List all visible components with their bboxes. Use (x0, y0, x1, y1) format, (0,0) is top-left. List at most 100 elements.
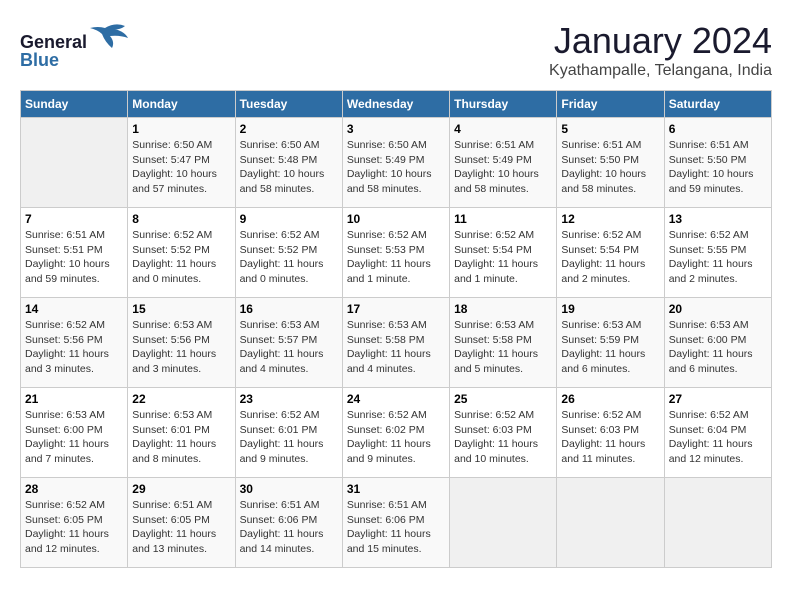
calendar-cell: 11 Sunrise: 6:52 AM Sunset: 5:54 PM Dayli… (450, 208, 557, 298)
day-info: Sunrise: 6:52 AM Sunset: 5:52 PM Dayligh… (240, 228, 338, 287)
calendar-cell: 1 Sunrise: 6:50 AM Sunset: 5:47 PM Daylig… (128, 118, 235, 208)
calendar-week-1: 1 Sunrise: 6:50 AM Sunset: 5:47 PM Daylig… (21, 118, 772, 208)
calendar-cell: 7Sunrise: 6:51 AM Sunset: 5:51 PM Daylig… (21, 208, 128, 298)
day-info: Sunrise: 6:53 AM Sunset: 6:00 PM Dayligh… (25, 408, 123, 467)
day-number: 29 (132, 482, 230, 496)
day-info: Sunrise: 6:52 AM Sunset: 5:55 PM Dayligh… (669, 228, 767, 287)
day-info: Sunrise: 6:52 AM Sunset: 5:56 PM Dayligh… (25, 318, 123, 377)
day-number: 28 (25, 482, 123, 496)
calendar-week-4: 21Sunrise: 6:53 AM Sunset: 6:00 PM Dayli… (21, 388, 772, 478)
calendar-cell: 26 Sunrise: 6:52 AM Sunset: 6:03 PM Dayli… (557, 388, 664, 478)
calendar-cell: 12 Sunrise: 6:52 AM Sunset: 5:54 PM Dayli… (557, 208, 664, 298)
day-number: 3 (347, 122, 445, 136)
day-info: Sunrise: 6:52 AM Sunset: 6:02 PM Dayligh… (347, 408, 445, 467)
day-info: Sunrise: 6:51 AM Sunset: 5:50 PM Dayligh… (669, 138, 767, 197)
calendar-cell (21, 118, 128, 208)
day-info: Sunrise: 6:53 AM Sunset: 5:58 PM Dayligh… (454, 318, 552, 377)
calendar-cell (450, 478, 557, 568)
calendar-cell: 3 Sunrise: 6:50 AM Sunset: 5:49 PM Daylig… (342, 118, 449, 208)
day-number: 16 (240, 302, 338, 316)
logo: General Blue (20, 20, 130, 70)
day-number: 10 (347, 212, 445, 226)
day-number: 30 (240, 482, 338, 496)
calendar-cell: 18 Sunrise: 6:53 AM Sunset: 5:58 PM Dayli… (450, 298, 557, 388)
day-info: Sunrise: 6:53 AM Sunset: 6:01 PM Dayligh… (132, 408, 230, 467)
day-info: Sunrise: 6:53 AM Sunset: 5:59 PM Dayligh… (561, 318, 659, 377)
weekday-header-friday: Friday (557, 91, 664, 118)
day-info: Sunrise: 6:52 AM Sunset: 5:52 PM Dayligh… (132, 228, 230, 287)
calendar-cell: 29 Sunrise: 6:51 AM Sunset: 6:05 PM Dayli… (128, 478, 235, 568)
day-info: Sunrise: 6:53 AM Sunset: 5:57 PM Dayligh… (240, 318, 338, 377)
calendar-cell: 17 Sunrise: 6:53 AM Sunset: 5:58 PM Dayli… (342, 298, 449, 388)
calendar-cell: 6 Sunrise: 6:51 AM Sunset: 5:50 PM Daylig… (664, 118, 771, 208)
day-info: Sunrise: 6:51 AM Sunset: 6:05 PM Dayligh… (132, 498, 230, 557)
day-info: Sunrise: 6:52 AM Sunset: 6:05 PM Dayligh… (25, 498, 123, 557)
calendar-cell: 9 Sunrise: 6:52 AM Sunset: 5:52 PM Daylig… (235, 208, 342, 298)
day-info: Sunrise: 6:50 AM Sunset: 5:48 PM Dayligh… (240, 138, 338, 197)
day-info: Sunrise: 6:51 AM Sunset: 6:06 PM Dayligh… (347, 498, 445, 557)
weekday-header-wednesday: Wednesday (342, 91, 449, 118)
calendar-header: SundayMondayTuesdayWednesdayThursdayFrid… (21, 91, 772, 118)
day-number: 22 (132, 392, 230, 406)
day-number: 8 (132, 212, 230, 226)
day-info: Sunrise: 6:51 AM Sunset: 6:06 PM Dayligh… (240, 498, 338, 557)
day-info: Sunrise: 6:51 AM Sunset: 5:49 PM Dayligh… (454, 138, 552, 197)
day-number: 27 (669, 392, 767, 406)
calendar-cell: 19 Sunrise: 6:53 AM Sunset: 5:59 PM Dayli… (557, 298, 664, 388)
day-number: 24 (347, 392, 445, 406)
calendar-cell: 13 Sunrise: 6:52 AM Sunset: 5:55 PM Dayli… (664, 208, 771, 298)
day-number: 31 (347, 482, 445, 496)
day-info: Sunrise: 6:52 AM Sunset: 5:54 PM Dayligh… (454, 228, 552, 287)
title-section: January 2024 Kyathampalle, Telangana, In… (549, 20, 772, 80)
day-number: 2 (240, 122, 338, 136)
calendar-cell: 4 Sunrise: 6:51 AM Sunset: 5:49 PM Daylig… (450, 118, 557, 208)
calendar-cell: 24 Sunrise: 6:52 AM Sunset: 6:02 PM Dayli… (342, 388, 449, 478)
day-number: 4 (454, 122, 552, 136)
calendar-cell: 28 Sunrise: 6:52 AM Sunset: 6:05 PM Dayli… (21, 478, 128, 568)
day-info: Sunrise: 6:52 AM Sunset: 6:03 PM Dayligh… (561, 408, 659, 467)
day-info: Sunrise: 6:53 AM Sunset: 5:58 PM Dayligh… (347, 318, 445, 377)
weekday-header-tuesday: Tuesday (235, 91, 342, 118)
calendar-cell: 16 Sunrise: 6:53 AM Sunset: 5:57 PM Dayli… (235, 298, 342, 388)
day-info: Sunrise: 6:51 AM Sunset: 5:51 PM Dayligh… (25, 228, 123, 287)
day-number: 14 (25, 302, 123, 316)
day-number: 19 (561, 302, 659, 316)
day-number: 18 (454, 302, 552, 316)
calendar-week-3: 14 Sunrise: 6:52 AM Sunset: 5:56 PM Dayli… (21, 298, 772, 388)
weekday-header-sunday: Sunday (21, 91, 128, 118)
weekday-header-saturday: Saturday (664, 91, 771, 118)
calendar-cell: 10Sunrise: 6:52 AM Sunset: 5:53 PM Dayli… (342, 208, 449, 298)
page-header: General Blue January 2024 Kyathampalle, … (20, 20, 772, 80)
calendar-cell: 5Sunrise: 6:51 AM Sunset: 5:50 PM Daylig… (557, 118, 664, 208)
day-number: 9 (240, 212, 338, 226)
day-number: 17 (347, 302, 445, 316)
weekday-header-thursday: Thursday (450, 91, 557, 118)
day-number: 1 (132, 122, 230, 136)
calendar-cell: 22 Sunrise: 6:53 AM Sunset: 6:01 PM Dayli… (128, 388, 235, 478)
weekday-header-monday: Monday (128, 91, 235, 118)
day-number: 5 (561, 122, 659, 136)
day-number: 6 (669, 122, 767, 136)
calendar-cell: 23Sunrise: 6:52 AM Sunset: 6:01 PM Dayli… (235, 388, 342, 478)
day-info: Sunrise: 6:50 AM Sunset: 5:49 PM Dayligh… (347, 138, 445, 197)
day-number: 13 (669, 212, 767, 226)
calendar-cell (664, 478, 771, 568)
calendar-cell: 14 Sunrise: 6:52 AM Sunset: 5:56 PM Dayli… (21, 298, 128, 388)
calendar-cell: 20Sunrise: 6:53 AM Sunset: 6:00 PM Dayli… (664, 298, 771, 388)
month-title: January 2024 (549, 20, 772, 62)
calendar-cell: 21Sunrise: 6:53 AM Sunset: 6:00 PM Dayli… (21, 388, 128, 478)
day-number: 15 (132, 302, 230, 316)
day-number: 11 (454, 212, 552, 226)
day-number: 20 (669, 302, 767, 316)
day-number: 23 (240, 392, 338, 406)
calendar-table: SundayMondayTuesdayWednesdayThursdayFrid… (20, 90, 772, 568)
logo-svg: General Blue (20, 20, 130, 70)
calendar-cell: 25Sunrise: 6:52 AM Sunset: 6:03 PM Dayli… (450, 388, 557, 478)
day-info: Sunrise: 6:52 AM Sunset: 5:54 PM Dayligh… (561, 228, 659, 287)
svg-text:General: General (20, 32, 87, 52)
day-number: 26 (561, 392, 659, 406)
day-info: Sunrise: 6:50 AM Sunset: 5:47 PM Dayligh… (132, 138, 230, 197)
day-info: Sunrise: 6:53 AM Sunset: 5:56 PM Dayligh… (132, 318, 230, 377)
calendar-cell: 30 Sunrise: 6:51 AM Sunset: 6:06 PM Dayli… (235, 478, 342, 568)
day-number: 12 (561, 212, 659, 226)
